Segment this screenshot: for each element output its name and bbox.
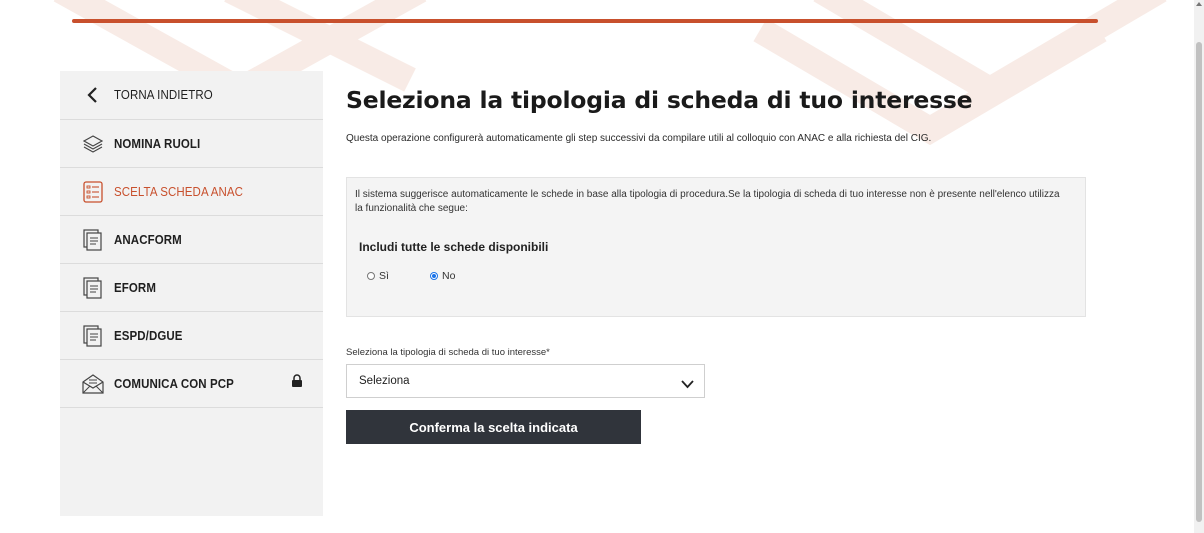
sidebar-item-comunica-con-pcp[interactable]: COMUNICA CON PCP — [60, 360, 323, 408]
radio-button[interactable] — [430, 272, 438, 280]
sidebar-item-label: SCELTA SCHEDA ANAC — [114, 184, 244, 199]
sidebar: TORNA INDIETRO NOMINA RUOLI SCELTA SCHED — [60, 71, 323, 516]
checklist-icon — [82, 180, 104, 203]
page-title: Seleziona la tipologia di scheda di tuo … — [346, 86, 973, 114]
radio-si[interactable]: Sì — [367, 270, 389, 282]
chevron-down-icon[interactable] — [681, 376, 694, 394]
envelope-open-icon — [82, 373, 104, 395]
lock-icon — [291, 374, 303, 392]
info-text: Il sistema suggerisce automaticamente le… — [355, 189, 1060, 214]
page-subtitle: Questa operazione configurerà automatica… — [346, 133, 932, 144]
sidebar-item-label: ESPD/DGUE — [114, 328, 183, 343]
page-scrollbar[interactable] — [1194, 0, 1204, 533]
sidebar-item-espd-dgue[interactable]: ESPD/DGUE — [60, 312, 323, 360]
documents-icon — [82, 324, 104, 347]
radio-label: No — [442, 270, 456, 282]
layers-icon — [82, 133, 104, 155]
sidebar-item-nomina-ruoli[interactable]: NOMINA RUOLI — [60, 120, 323, 168]
select-label: Seleziona la tipologia di scheda di tuo … — [346, 347, 550, 358]
documents-icon — [82, 276, 104, 299]
sidebar-item-label: NOMINA RUOLI — [114, 136, 201, 151]
documents-icon — [82, 228, 104, 251]
scheda-type-select[interactable]: Seleziona — [346, 364, 705, 398]
confirm-button[interactable]: Conferma la scelta indicata — [346, 410, 641, 444]
sidebar-item-back[interactable]: TORNA INDIETRO — [60, 71, 323, 120]
top-accent-rule — [72, 19, 1098, 23]
sidebar-item-label: EFORM — [114, 280, 156, 295]
radio-no[interactable]: No — [430, 270, 455, 282]
sidebar-item-label: ANACFORM — [114, 232, 182, 247]
include-all-label: Includi tutte le schede disponibili — [359, 240, 549, 254]
chevron-left-icon — [82, 84, 104, 106]
scroll-up-icon[interactable] — [1196, 2, 1202, 6]
sidebar-item-anacform[interactable]: ANACFORM — [60, 216, 323, 264]
sidebar-item-eform[interactable]: EFORM — [60, 264, 323, 312]
radio-button[interactable] — [367, 272, 375, 280]
radio-label: Sì — [379, 270, 389, 282]
sidebar-item-scelta-scheda-anac[interactable]: SCELTA SCHEDA ANAC — [60, 168, 323, 216]
sidebar-item-label: COMUNICA CON PCP — [114, 376, 234, 391]
scrollbar-thumb[interactable] — [1196, 42, 1202, 522]
sidebar-item-label: TORNA INDIETRO — [114, 88, 213, 102]
select-value: Seleziona — [359, 375, 410, 387]
include-all-panel: Il sistema suggerisce automaticamente le… — [346, 177, 1086, 317]
